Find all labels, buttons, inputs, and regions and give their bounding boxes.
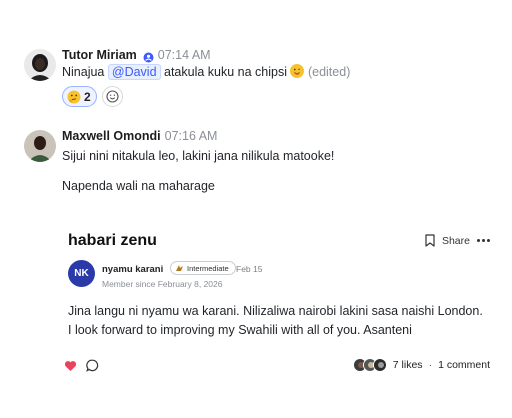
comment-icon <box>86 359 99 372</box>
message-author[interactable]: Maxwell Omondi <box>62 129 161 143</box>
separator: · <box>428 359 433 371</box>
heart-icon <box>64 360 77 371</box>
level-icon <box>176 265 183 271</box>
post-body: Jina langu ni nyamu wa karani. Nilizaliw… <box>68 304 483 337</box>
avatar[interactable] <box>24 130 56 162</box>
reaction-chip[interactable]: 2 <box>62 86 97 107</box>
user-mention[interactable]: @David <box>107 64 161 80</box>
member-since: Member since February 8, 2026 <box>102 279 223 289</box>
post-date: Feb 15 <box>236 264 263 274</box>
message-time: 07:14 AM <box>157 48 211 62</box>
chat-message: Maxwell Omondi 07:16 AM Sijui nini nitak… <box>24 128 494 198</box>
reaction-count: 2 <box>84 89 91 104</box>
edited-label: (edited) <box>307 65 351 79</box>
avatar[interactable] <box>24 49 56 81</box>
message-text: Ninajua @David atakula kuku na chipsi (e… <box>62 64 494 80</box>
more-options-icon[interactable] <box>477 239 490 242</box>
verified-icon <box>143 50 154 62</box>
likes-count[interactable]: 7 likes <box>393 359 423 371</box>
message-time: 07:16 AM <box>164 129 218 143</box>
share-button[interactable]: Share <box>442 235 470 247</box>
avatar[interactable]: NK <box>68 260 95 287</box>
message-text-part: Ninajua <box>62 65 108 79</box>
add-reaction-button[interactable] <box>101 86 123 107</box>
comment-button[interactable] <box>86 359 99 372</box>
level-label: Intermediate <box>187 263 229 273</box>
level-badge: Intermediate <box>170 261 236 275</box>
thinking-emoji-icon <box>67 90 81 103</box>
tongue-wink-emoji-icon <box>290 64 305 78</box>
like-button[interactable] <box>64 360 77 372</box>
message-text: Sijui nini nitakula leo, lakini jana nil… <box>62 149 335 163</box>
comments-count[interactable]: 1 comment <box>438 359 490 371</box>
chat-message: Tutor Miriam 07:14 AM Ninajua @David ata… <box>24 47 494 109</box>
smiley-icon <box>106 90 119 103</box>
bookmark-button[interactable] <box>425 234 435 247</box>
message-text: Napenda wali na maharage <box>62 179 215 193</box>
post-author[interactable]: nyamu karani <box>102 264 163 275</box>
post-title: habari zenu <box>68 232 157 249</box>
post-footer: 7 likes · 1 comment <box>64 356 494 376</box>
message-author[interactable]: Tutor Miriam <box>62 48 137 62</box>
liker-avatars[interactable] <box>352 358 387 372</box>
avatar <box>372 358 387 372</box>
bookmark-icon <box>425 234 435 247</box>
message-text-part: atakula kuku na chipsi <box>160 65 287 79</box>
